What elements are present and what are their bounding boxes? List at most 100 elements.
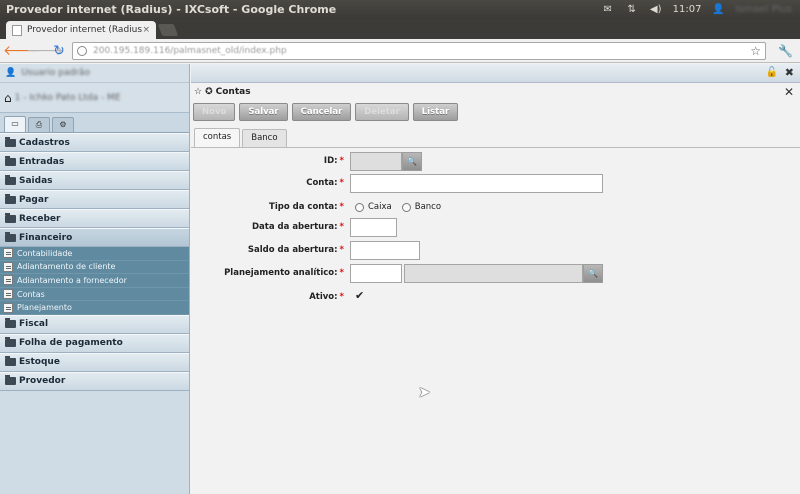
menu-group-receber[interactable]: Receber (0, 209, 189, 228)
sidebar: 👤 Usuario padrão ⌂ 1 - Ichko Pato Ltda -… (0, 64, 190, 494)
menu-group-cadastros[interactable]: Cadastros (0, 133, 189, 152)
planejamento-code-field[interactable] (350, 264, 402, 283)
document-icon (3, 302, 13, 313)
ativo-label: Ativo: * (309, 292, 344, 302)
id-search-button[interactable]: 🔍 (402, 152, 422, 171)
row-id: ID: * 🔍 (191, 152, 800, 172)
document-icon (3, 275, 13, 286)
conta-label: Conta: * (306, 178, 344, 188)
radio-caixa[interactable] (355, 202, 364, 212)
sidebar-tabs: ▭ ⎙ ⚙ (0, 113, 189, 133)
id-label: ID: * (323, 156, 344, 166)
gear-icon[interactable]: ⚙ (52, 117, 74, 132)
data-abertura-label: Data da abertura: * (251, 222, 344, 232)
page-favicon-icon (12, 24, 22, 36)
mouse-pointer-icon: ➤ (418, 383, 431, 401)
menu-item-planejamento[interactable]: Planejamento (0, 301, 189, 315)
settings-icon[interactable]: ✪ (205, 87, 213, 97)
conta-field[interactable] (350, 174, 603, 193)
network-icon[interactable]: ⇅ (625, 4, 639, 15)
menu-item-contabilidade[interactable]: Contabilidade (0, 247, 189, 261)
tab-contas[interactable]: contas (194, 128, 241, 147)
row-ativo: Ativo: * ✔ (191, 288, 800, 308)
window-title: Provedor internet (Radius) - IXCsoft - G… (6, 3, 337, 16)
mail-icon[interactable]: ✉ (601, 4, 615, 15)
main-top-bar: 🔓 ✖ (191, 64, 800, 83)
menu-group-saidas[interactable]: Saidas (0, 171, 189, 190)
printer-icon[interactable]: ⎙ (28, 117, 50, 132)
menu-item-contas[interactable]: Contas (0, 288, 189, 302)
folder-icon (5, 375, 16, 386)
menu-group-entradas[interactable]: Entradas (0, 152, 189, 171)
window-close-icon[interactable]: ✕ (784, 85, 794, 99)
home-icon[interactable]: ⌂ (4, 91, 12, 105)
ativo-checkbox[interactable]: ✔ (355, 289, 364, 302)
novo-button[interactable]: Novo (193, 103, 236, 121)
row-saldo-abertura: Saldo da abertura: * (191, 241, 800, 261)
planejamento-description-field (404, 264, 583, 283)
menu-group-estoque[interactable]: Estoque (0, 352, 189, 372)
folder-icon (5, 318, 16, 329)
radio-banco-label: Banco (414, 202, 442, 212)
salvar-button[interactable]: Salvar (239, 103, 288, 121)
row-conta: Conta: * (191, 174, 800, 194)
menu-group-pagar[interactable]: Pagar (0, 190, 189, 209)
star-icon[interactable]: ☆ (750, 44, 765, 58)
wrench-icon[interactable]: 🔧 (778, 44, 793, 58)
document-icon (3, 289, 13, 300)
document-icon (3, 261, 13, 272)
forward-arrow-icon[interactable]: 🡒 (26, 41, 64, 61)
address-bar[interactable]: 200.195.189.116/palmasnet_old/index.php … (72, 42, 766, 60)
close-icon[interactable]: ✖ (785, 66, 794, 79)
data-abertura-field[interactable] (350, 218, 397, 237)
window-icon[interactable]: ▭ (4, 116, 26, 132)
tab-banco[interactable]: Banco (242, 129, 287, 147)
menu-group-folha-pagamento[interactable]: Folha de pagamento (0, 333, 189, 353)
cancelar-button[interactable]: Cancelar (291, 103, 352, 121)
menu-item-adiantamento-cliente[interactable]: Adiantamento de cliente (0, 261, 189, 275)
company-name: 1 - Ichko Pato Ltda - ME (14, 92, 121, 103)
folder-icon (5, 193, 16, 204)
menu-group-financeiro[interactable]: Financeiro (0, 228, 189, 247)
financeiro-submenu: Contabilidade Adiantamento de cliente Ad… (0, 247, 189, 315)
menu-item-adiantamento-fornecedor[interactable]: Adiantamento a fornecedor (0, 274, 189, 288)
current-user: 👤 Usuario padrão (0, 64, 189, 83)
id-field[interactable] (350, 152, 402, 171)
current-user-name: Usuario padrão (21, 68, 90, 78)
radio-banco[interactable] (401, 202, 411, 212)
back-arrow-icon[interactable]: 🡐 (3, 41, 41, 61)
unlock-icon[interactable]: 🔓 (766, 67, 778, 78)
menu-group-fiscal[interactable]: Fiscal (0, 314, 189, 334)
row-tipo-conta: Tipo da conta: * Caixa Banco (191, 198, 800, 218)
clock[interactable]: 11:07 (673, 4, 702, 15)
folder-open-icon (5, 231, 16, 242)
browser-toolbar: 🡐 🡒 ↻ 200.195.189.116/palmasnet_old/inde… (0, 39, 800, 63)
tipo-conta-label: Tipo da conta: * (269, 202, 344, 212)
main-panel: 🔓 ✖ ☆ ✪ Contas ✕ Novo Salvar Cancelar De… (191, 64, 800, 494)
star-icon[interactable]: ☆ (194, 87, 202, 97)
globe-icon (77, 46, 87, 56)
tab-close-icon[interactable]: × (142, 25, 150, 35)
browser-tab-strip: Provedor internet (Radius × (0, 19, 800, 39)
saldo-abertura-field[interactable] (350, 241, 420, 260)
planejamento-label: Planejamento analítico: * (224, 268, 344, 278)
address-url[interactable]: 200.195.189.116/palmasnet_old/index.php (93, 46, 750, 56)
tipo-conta-radios: Caixa Banco (355, 202, 441, 212)
planejamento-search-button[interactable]: 🔍 (583, 264, 603, 283)
current-company: ⌂ 1 - Ichko Pato Ltda - ME (0, 83, 189, 113)
volume-icon[interactable]: ◀) (649, 4, 663, 15)
document-icon (3, 248, 13, 259)
os-user-name[interactable]: Ismael Plus (736, 4, 793, 15)
form-title: Contas (215, 87, 251, 97)
deletar-button[interactable]: Deletar (355, 103, 409, 121)
folder-icon (5, 356, 16, 367)
folder-icon (5, 136, 16, 147)
browser-tab[interactable]: Provedor internet (Radius × (6, 21, 156, 39)
reload-icon[interactable]: ↻ (49, 41, 69, 61)
search-icon: 🔍 (588, 269, 598, 278)
menu-group-provedor[interactable]: Provedor (0, 371, 189, 391)
listar-button[interactable]: Listar (412, 103, 459, 121)
new-tab-button[interactable] (157, 24, 179, 36)
form-tabs: contas Banco (191, 128, 800, 148)
user-icon: 👤 (712, 4, 725, 15)
